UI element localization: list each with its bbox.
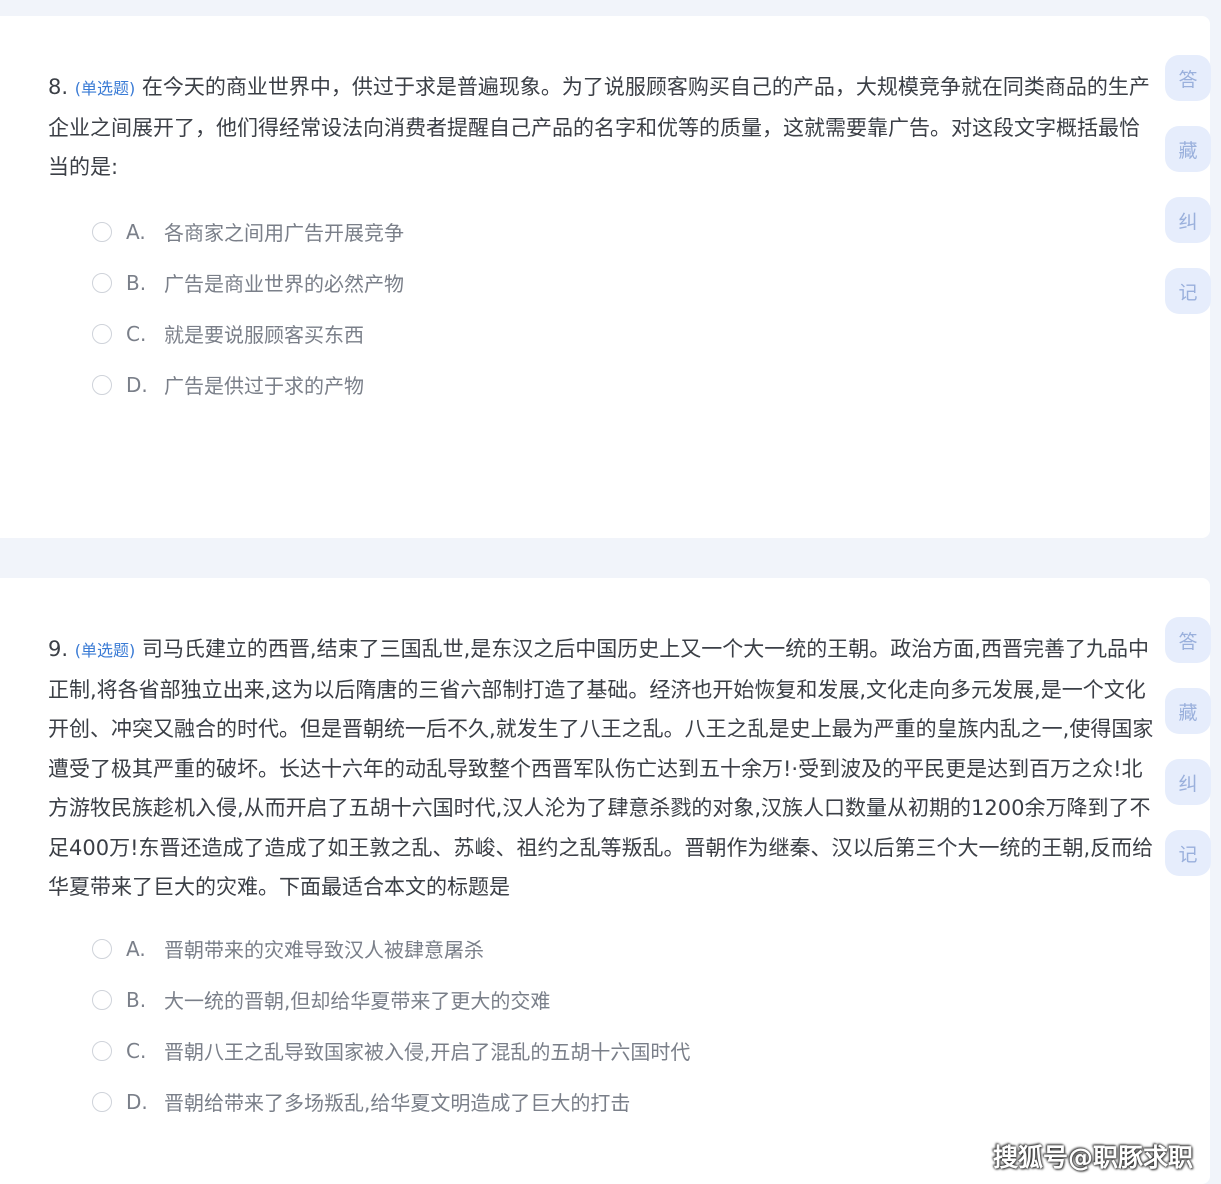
radio-button[interactable] bbox=[92, 374, 112, 395]
report-error-button[interactable]: 纠 bbox=[1165, 197, 1211, 243]
option-d[interactable]: D. 晋朝给带来了多场叛乱,给华夏文明造成了巨大的打击 bbox=[92, 1076, 690, 1127]
radio-button[interactable] bbox=[92, 272, 112, 293]
radio-button[interactable] bbox=[92, 221, 112, 242]
options-list: A. 晋朝带来的灾难导致汉人被肆意屠杀 B. 大一统的晋朝,但却给华夏带来了更大… bbox=[92, 923, 690, 1127]
option-letter: A. bbox=[126, 219, 146, 244]
option-text: 就是要说服顾客买东西 bbox=[164, 323, 364, 347]
option-letter: B. bbox=[126, 270, 147, 295]
watermark: 搜狐号@职豚求职 bbox=[992, 1143, 1193, 1172]
question-stem: 8. (单选题) 在今天的商业世界中，供过于求是普遍现象。为了说服顾客购买自己的… bbox=[48, 68, 1160, 188]
answer-button[interactable]: 答 bbox=[1165, 617, 1211, 663]
favorite-button[interactable]: 藏 bbox=[1165, 688, 1211, 734]
side-toolbar: 答 藏 纠 记 bbox=[1165, 55, 1211, 339]
option-text: 广告是供过于求的产物 bbox=[164, 374, 364, 398]
question-card-8: 8. (单选题) 在今天的商业世界中，供过于求是普遍现象。为了说服顾客购买自己的… bbox=[0, 16, 1211, 538]
question-text: 在今天的商业世界中，供过于求是普遍现象。为了说服顾客购买自己的产品，大规模竞争就… bbox=[48, 75, 1150, 179]
note-button[interactable]: 记 bbox=[1165, 830, 1211, 876]
question-text: 司马氏建立的西晋,结束了三国乱世,是东汉之后中国历史上又一个大一统的王朝。政治方… bbox=[48, 637, 1154, 899]
option-text: 广告是商业世界的必然产物 bbox=[164, 272, 404, 296]
question-type-label: (单选题) bbox=[74, 79, 136, 98]
radio-button[interactable] bbox=[92, 323, 112, 344]
option-text: 各商家之间用广告开展竞争 bbox=[164, 221, 404, 245]
option-c[interactable]: C. 晋朝八王之乱导致国家被入侵,开启了混乱的五胡十六国时代 bbox=[92, 1025, 690, 1076]
option-text: 大一统的晋朝,但却给华夏带来了更大的交难 bbox=[164, 989, 551, 1013]
report-error-button[interactable]: 纠 bbox=[1165, 759, 1211, 805]
option-a[interactable]: A. 晋朝带来的灾难导致汉人被肆意屠杀 bbox=[92, 923, 690, 974]
question-stem: 9. (单选题) 司马氏建立的西晋,结束了三国乱世,是东汉之后中国历史上又一个大… bbox=[48, 630, 1160, 908]
radio-button[interactable] bbox=[92, 938, 112, 959]
option-letter: A. bbox=[126, 936, 146, 961]
note-button[interactable]: 记 bbox=[1165, 268, 1211, 314]
options-list: A. 各商家之间用广告开展竞争 B. 广告是商业世界的必然产物 C. 就是要说服… bbox=[92, 206, 404, 410]
radio-button[interactable] bbox=[92, 1091, 112, 1112]
favorite-button[interactable]: 藏 bbox=[1165, 126, 1211, 172]
side-toolbar: 答 藏 纠 记 bbox=[1165, 617, 1211, 901]
option-d[interactable]: D. 广告是供过于求的产物 bbox=[92, 359, 404, 410]
option-text: 晋朝八王之乱导致国家被入侵,开启了混乱的五胡十六国时代 bbox=[164, 1040, 691, 1064]
question-card-9: 9. (单选题) 司马氏建立的西晋,结束了三国乱世,是东汉之后中国历史上又一个大… bbox=[0, 578, 1211, 1184]
option-a[interactable]: A. 各商家之间用广告开展竞争 bbox=[92, 206, 404, 257]
radio-button[interactable] bbox=[92, 1040, 112, 1061]
option-text: 晋朝带来的灾难导致汉人被肆意屠杀 bbox=[164, 938, 484, 962]
option-letter: C. bbox=[126, 1038, 147, 1063]
question-number: 9. bbox=[48, 637, 69, 661]
option-letter: B. bbox=[126, 987, 147, 1012]
option-text: 晋朝给带来了多场叛乱,给华夏文明造成了巨大的打击 bbox=[164, 1091, 631, 1115]
option-b[interactable]: B. 广告是商业世界的必然产物 bbox=[92, 257, 404, 308]
answer-button[interactable]: 答 bbox=[1165, 55, 1211, 101]
option-b[interactable]: B. 大一统的晋朝,但却给华夏带来了更大的交难 bbox=[92, 974, 690, 1025]
option-letter: D. bbox=[126, 1089, 148, 1114]
option-letter: D. bbox=[126, 372, 148, 397]
option-c[interactable]: C. 就是要说服顾客买东西 bbox=[92, 308, 404, 359]
question-number: 8. bbox=[48, 75, 69, 99]
question-type-label: (单选题) bbox=[74, 641, 136, 660]
radio-button[interactable] bbox=[92, 989, 112, 1010]
option-letter: C. bbox=[126, 321, 147, 346]
